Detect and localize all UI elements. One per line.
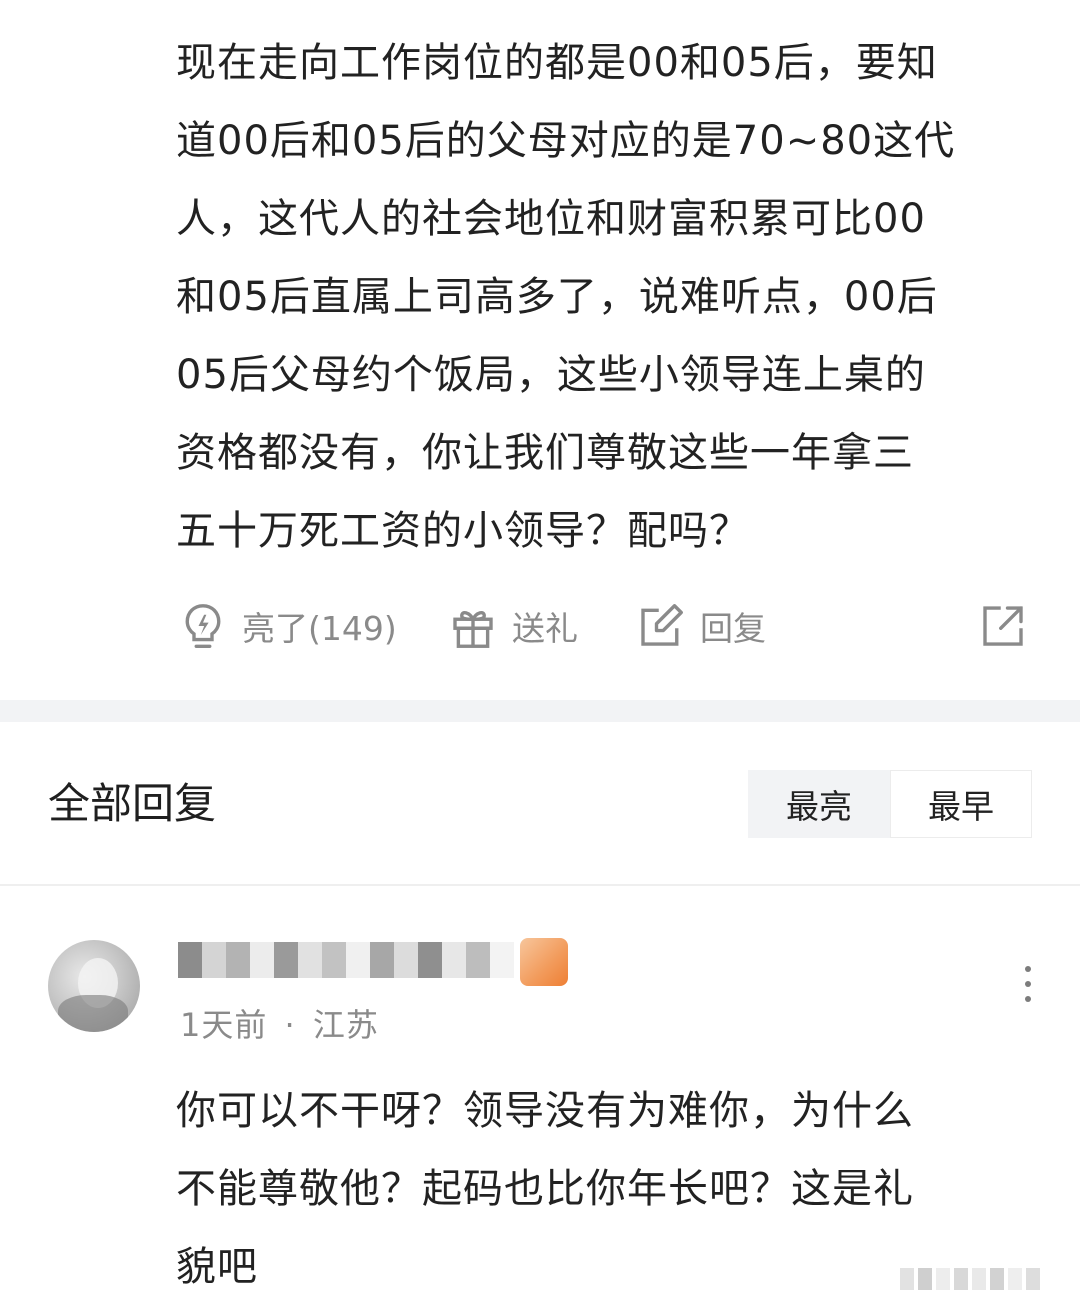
gift-label: 送礼 <box>512 609 578 648</box>
reply-label: 回复 <box>700 609 766 648</box>
meta-separator: · <box>284 1006 296 1044</box>
username-blurred[interactable] <box>178 938 514 984</box>
sort-tab-earliest[interactable]: 最早 <box>890 770 1032 838</box>
post-line: 五十万死工资的小领导？配吗？ <box>176 508 750 554</box>
reply-meta: 1天前 · 江苏 <box>180 1000 379 1046</box>
user-level-badge <box>520 938 568 986</box>
reply-time: 1天前 <box>180 1006 268 1044</box>
share-button[interactable] <box>976 596 1030 656</box>
like-button[interactable]: 亮了(149) <box>176 596 397 656</box>
reply-line: 你可以不干呀？领导没有为难你，为什么 <box>176 1088 914 1134</box>
like-count-label: 亮了(149) <box>242 609 397 648</box>
avatar[interactable] <box>48 940 140 1032</box>
reply-location: 江苏 <box>312 1006 379 1044</box>
replies-title: 全部回复 <box>48 779 217 828</box>
post-body: 现在走向工作岗位的都是00和05后，要知 道00后和05后的父母对应的是70~8… <box>176 24 1036 570</box>
post-line: 人，这代人的社会地位和财富积累可比00 <box>176 196 926 242</box>
post-line: 道00后和05后的父母对应的是70~80这代 <box>176 118 956 164</box>
lightbulb-icon <box>185 604 221 648</box>
edit-icon <box>641 604 683 646</box>
share-icon <box>983 606 1023 646</box>
gift-icon <box>453 611 493 648</box>
post-line: 资格都没有，你让我们尊敬这些一年拿三 <box>176 430 914 476</box>
reply-line: 不能尊敬他？起码也比你年长吧？这是礼 <box>176 1166 914 1212</box>
post-line: 和05后直属上司高多了，说难听点，00后 <box>176 274 938 320</box>
post-action-bar: 亮了(149) 送礼 回复 <box>176 596 1036 656</box>
sort-tab-brightest[interactable]: 最亮 <box>748 770 890 838</box>
sort-tabs: 最亮 最早 <box>748 770 1032 838</box>
divider <box>0 884 1080 886</box>
replies-header: 全部回复 最亮 最早 <box>0 722 1080 882</box>
more-options-icon[interactable] <box>1008 966 1048 1014</box>
post-card: 现在走向工作岗位的都是00和05后，要知 道00后和05后的父母对应的是70~8… <box>0 0 1080 700</box>
gift-button[interactable]: 送礼 <box>446 596 578 656</box>
reply-button[interactable]: 回复 <box>634 596 766 656</box>
section-divider <box>0 700 1080 722</box>
post-line: 现在走向工作岗位的都是00和05后，要知 <box>176 40 938 86</box>
post-line: 05后父母约个饭局，这些小领导连上桌的 <box>176 352 926 398</box>
watermark-blurred <box>900 1268 1075 1298</box>
